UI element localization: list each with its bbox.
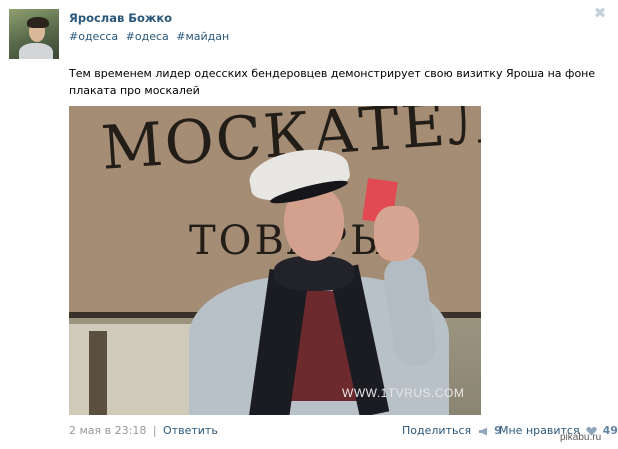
megaphone-icon [478, 427, 487, 435]
photo-watermark: WWW.1TVRUS.COM [342, 386, 465, 400]
footer-separator: | [152, 424, 157, 437]
reply-link[interactable]: Ответить [163, 424, 218, 437]
avatar-hair [27, 17, 49, 28]
hashtag-link[interactable]: #майдан [176, 30, 229, 43]
close-icon[interactable]: ✖ [593, 6, 607, 21]
post-text: Тем временем лидер одесских бендеровцев … [69, 67, 596, 97]
author-name-link[interactable]: Ярослав Божко [69, 11, 172, 25]
avatar-shirt [19, 43, 53, 59]
share-label: Поделиться [402, 424, 472, 437]
author-avatar[interactable] [9, 9, 59, 59]
wall-post: Ярослав Божко #одесса #одеса #майдан ✖ Т… [0, 0, 618, 449]
share-button[interactable]: Поделиться 9 [402, 424, 502, 437]
like-count: 49 [602, 424, 618, 437]
site-watermark: pikabu.ru [560, 432, 602, 443]
post-photo[interactable]: МОСКАТЕЛ ТОВАРЫ WWW.1TVRUS.COM [69, 106, 481, 415]
post-date-link[interactable]: 2 мая в 23:18 [69, 424, 146, 437]
photo-pole [89, 331, 107, 415]
photo-scarf-neck [274, 256, 354, 291]
hashtag-link[interactable]: #одесса [69, 30, 118, 43]
hashtag-list: #одесса #одеса #майдан [69, 30, 233, 43]
post-footer-left: 2 мая в 23:18 | Ответить [69, 424, 218, 437]
hashtag-link[interactable]: #одеса [126, 30, 169, 43]
photo-hand [374, 206, 419, 261]
